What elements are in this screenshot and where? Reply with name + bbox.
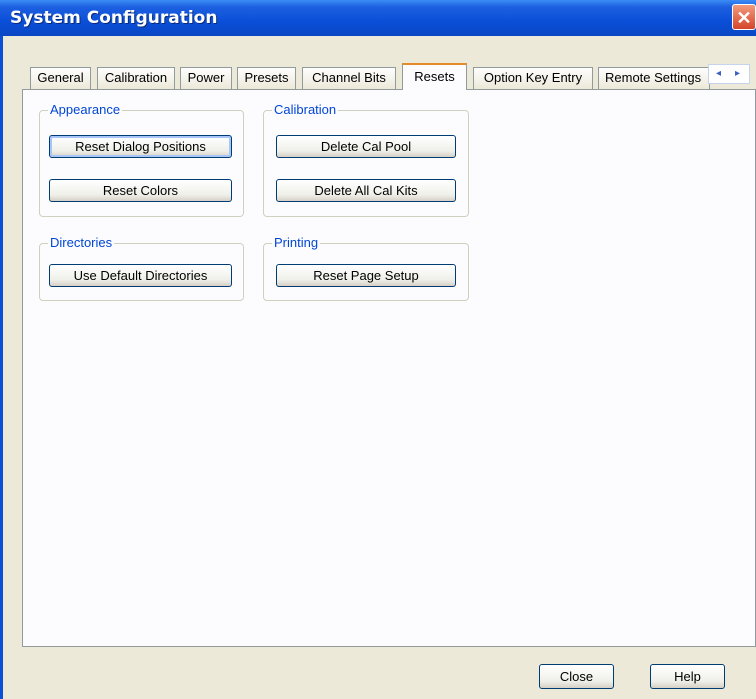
delete-cal-pool-button[interactable]: Delete Cal Pool xyxy=(276,135,456,158)
tab-option-key-entry[interactable]: Option Key Entry xyxy=(473,67,593,89)
scroll-right-icon[interactable]: ▸ xyxy=(728,65,747,83)
use-default-directories-button[interactable]: Use Default Directories xyxy=(49,264,232,287)
tab-remote-settings[interactable]: Remote Settings xyxy=(598,67,710,89)
appearance-group-title: Appearance xyxy=(48,102,123,117)
reset-page-setup-button[interactable]: Reset Page Setup xyxy=(276,264,456,287)
window-close-icon[interactable]: ✕ xyxy=(732,4,756,30)
calibration-group-title: Calibration xyxy=(272,102,339,117)
calibration-group: Calibration Delete Cal Pool Delete All C… xyxy=(263,102,469,217)
printing-group: Printing Reset Page Setup xyxy=(263,235,469,301)
tab-resets[interactable]: Resets xyxy=(402,63,467,90)
appearance-group: Appearance Reset Dialog Positions Reset … xyxy=(39,102,244,217)
reset-dialog-positions-button[interactable]: Reset Dialog Positions xyxy=(49,135,232,158)
tab-channel-bits[interactable]: Channel Bits xyxy=(302,67,396,89)
tab-power[interactable]: Power xyxy=(180,67,232,89)
close-button[interactable]: Close xyxy=(539,664,614,689)
directories-group-title: Directories xyxy=(48,235,115,250)
printing-group-title: Printing xyxy=(272,235,321,250)
scroll-left-icon[interactable]: ◂ xyxy=(709,65,728,83)
reset-colors-button[interactable]: Reset Colors xyxy=(49,179,232,202)
system-configuration-dialog: System Configuration ✕ General Calibrati… xyxy=(0,0,756,699)
directories-group: Directories Use Default Directories xyxy=(39,235,244,301)
tab-calibration[interactable]: Calibration xyxy=(97,67,175,89)
delete-all-cal-kits-button[interactable]: Delete All Cal Kits xyxy=(276,179,456,202)
tab-general[interactable]: General xyxy=(30,67,91,89)
tab-presets[interactable]: Presets xyxy=(237,67,296,89)
window-frame-left xyxy=(0,36,3,699)
help-button[interactable]: Help xyxy=(650,664,725,689)
title-bar[interactable]: System Configuration ✕ xyxy=(0,0,756,36)
resets-tab-panel: Appearance Reset Dialog Positions Reset … xyxy=(22,89,756,647)
window-title: System Configuration xyxy=(10,8,218,28)
tab-scroll-arrows: ◂ ▸ xyxy=(708,64,750,84)
